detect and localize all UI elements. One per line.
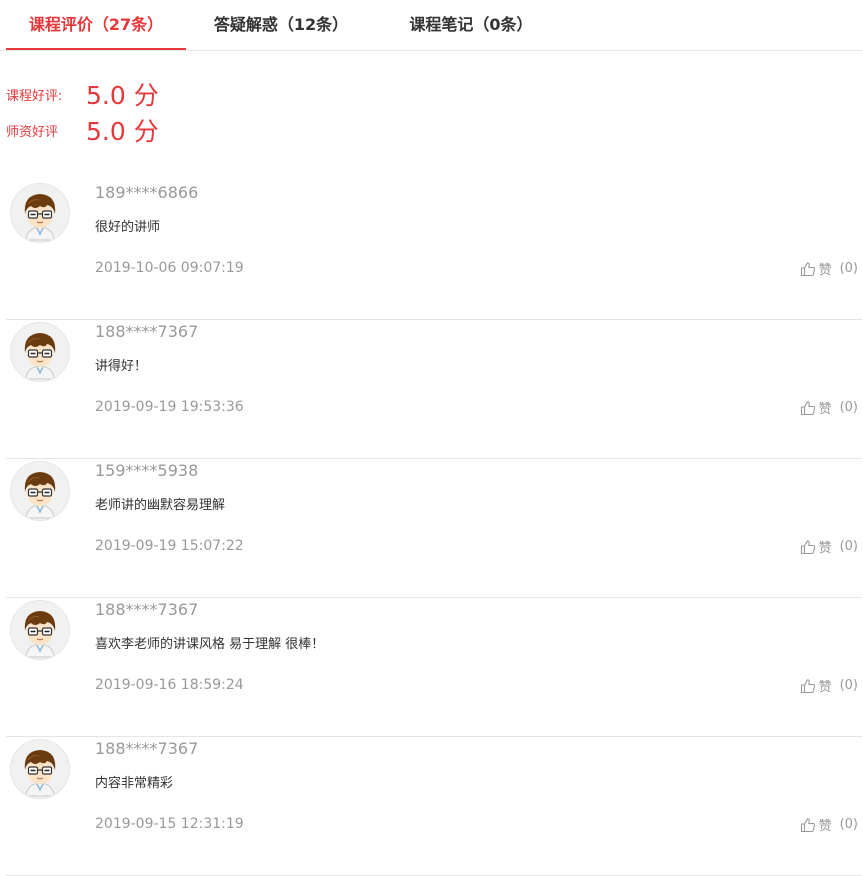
review-comment: 很好的讲师 xyxy=(95,220,161,235)
review-username: 188****7367 xyxy=(95,600,199,619)
review-item: 159****5938 老师讲的幽默容易理解 2019-09-19 15:07:22… xyxy=(6,459,862,598)
like-label: 赞 xyxy=(818,541,832,556)
thumbs-up-icon xyxy=(800,678,819,694)
course-rating-label: 课程好评: xyxy=(6,88,63,104)
review-timestamp: 2019-09-16 18:59:24 xyxy=(95,677,244,693)
tab-bar: 课程评价（27条） 答疑解惑（12条） 课程笔记（0条） xyxy=(0,0,863,51)
review-username: 189****6866 xyxy=(95,183,199,202)
review-item: 188****7367 内容非常精彩 2019-09-15 12:31:19 赞 (0… xyxy=(6,737,862,876)
thumbs-up-icon xyxy=(800,400,819,416)
avatar-icon xyxy=(10,322,70,382)
like-count: (0) xyxy=(839,261,858,276)
teacher-rating-label: 师资好评 xyxy=(6,124,59,140)
review-comment: 喜欢李老师的讲课风格 易于理解 很棒！ xyxy=(95,637,325,652)
course-rating-score: 5.0 分 xyxy=(86,81,159,110)
review-timestamp: 2019-09-19 19:53:36 xyxy=(95,399,244,415)
review-timestamp: 2019-09-15 12:31:19 xyxy=(95,816,244,832)
like-button[interactable]: 赞 (0) xyxy=(800,815,858,834)
review-username: 188****7367 xyxy=(95,739,199,758)
review-comment: 讲得好！ xyxy=(95,359,148,374)
thumbs-up-icon xyxy=(800,817,819,833)
review-comment: 内容非常精彩 xyxy=(95,776,174,791)
like-button[interactable]: 赞 (0) xyxy=(800,676,858,695)
review-timestamp: 2019-09-19 15:07:22 xyxy=(95,538,244,554)
like-button[interactable]: 赞 (0) xyxy=(800,259,858,278)
teacher-rating: 师资好评 5.0 分 xyxy=(6,112,159,148)
tab-course-notes[interactable]: 课程笔记（0条） xyxy=(381,0,561,48)
like-count: (0) xyxy=(839,817,858,832)
like-label: 赞 xyxy=(818,402,832,417)
review-timestamp: 2019-10-06 09:07:19 xyxy=(95,260,244,276)
like-label: 赞 xyxy=(818,680,832,695)
review-item: 189****6866 很好的讲师 2019-10-06 09:07:19 赞 (0) xyxy=(6,181,862,320)
like-label: 赞 xyxy=(818,819,832,834)
thumbs-up-icon xyxy=(800,539,819,555)
like-count: (0) xyxy=(839,539,858,554)
review-comment: 老师讲的幽默容易理解 xyxy=(95,498,226,513)
thumbs-up-icon xyxy=(800,261,819,277)
review-username: 159****5938 xyxy=(95,461,199,480)
like-label: 赞 xyxy=(818,263,832,278)
avatar-icon xyxy=(10,183,70,243)
teacher-rating-score: 5.0 分 xyxy=(86,117,159,146)
like-count: (0) xyxy=(839,400,858,415)
review-username: 188****7367 xyxy=(95,322,199,341)
tab-qa[interactable]: 答疑解惑（12条） xyxy=(191,0,371,48)
course-rating: 课程好评: 5.0 分 xyxy=(6,76,159,112)
review-item: 188****7367 喜欢李老师的讲课风格 易于理解 很棒！ 2019-09-16… xyxy=(6,598,862,737)
like-button[interactable]: 赞 (0) xyxy=(800,537,858,556)
tab-course-reviews[interactable]: 课程评价（27条） xyxy=(6,0,186,50)
review-item: 188****7367 讲得好！ 2019-09-19 19:53:36 赞 (0) xyxy=(6,320,862,459)
like-count: (0) xyxy=(839,678,858,693)
avatar-icon xyxy=(10,461,70,521)
avatar-icon xyxy=(10,600,70,660)
like-button[interactable]: 赞 (0) xyxy=(800,398,858,417)
avatar-icon xyxy=(10,739,70,799)
